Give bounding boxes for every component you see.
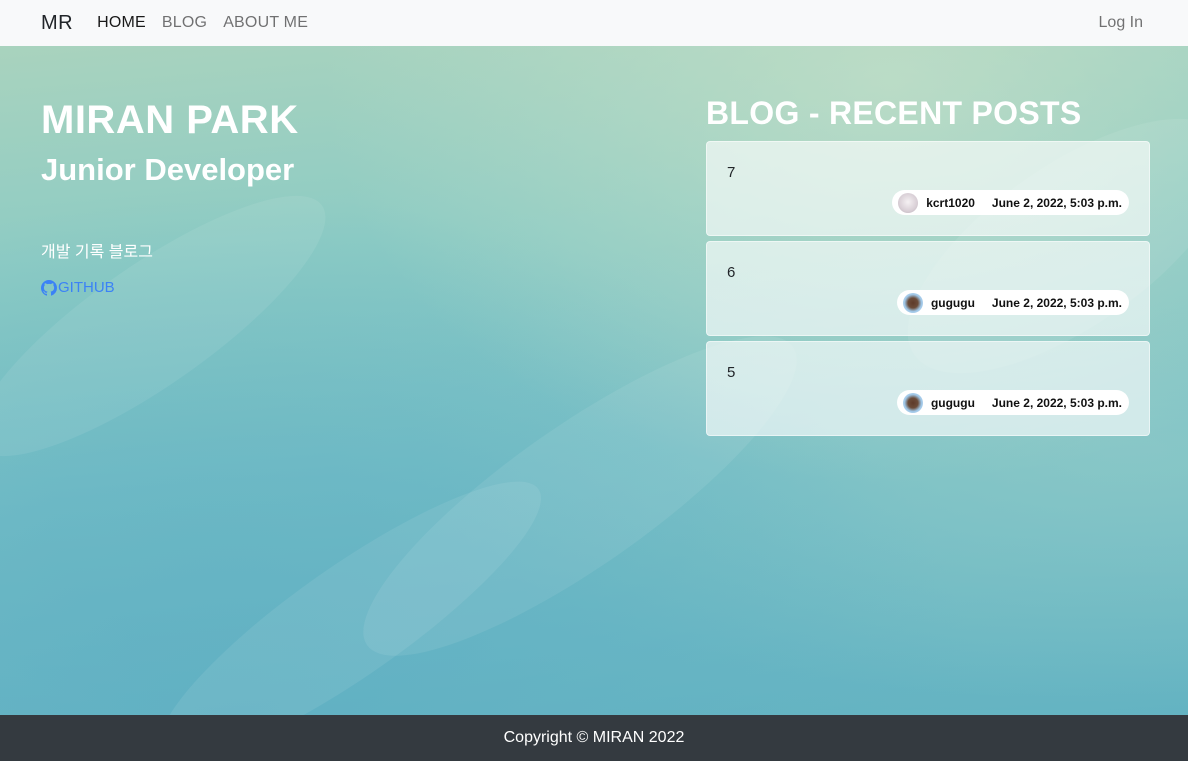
intro-name: MIRAN PARK [41,98,299,142]
login-link[interactable]: Log In [1099,14,1143,32]
navbar: MR HOME BLOG ABOUT ME Log In [0,0,1188,46]
avatar-icon [902,292,923,313]
post-meta-badge: kcrt1020 June 2, 2022, 5:03 p.m. [892,190,1129,215]
nav-link-about-me[interactable]: ABOUT ME [223,14,308,32]
post-meta-badge: gugugu June 2, 2022, 5:03 p.m. [896,390,1129,415]
post-title[interactable]: 6 [727,264,735,281]
intro-role: Junior Developer [41,152,295,187]
post-author: gugugu [930,395,975,410]
post-author: kcrt1020 [926,195,975,210]
recent-posts-title: BLOG - RECENT POSTS [706,95,1082,131]
post-card[interactable]: 6 gugugu June 2, 2022, 5:03 p.m. [706,241,1150,336]
nav-link-home[interactable]: HOME [97,14,146,32]
brand-logo[interactable]: MR [41,12,73,35]
post-author: gugugu [930,295,975,310]
background-texture [0,156,357,496]
intro-description: 개발 기록 블로그 [41,244,153,261]
nav-links: HOME BLOG ABOUT ME [97,14,308,32]
post-meta-badge: gugugu June 2, 2022, 5:03 p.m. [896,290,1129,315]
post-card[interactable]: 7 kcrt1020 June 2, 2022, 5:03 p.m. [706,141,1150,236]
github-icon [41,279,57,296]
post-date: June 2, 2022, 5:03 p.m. [991,195,1122,210]
nav-link-blog[interactable]: BLOG [162,14,207,32]
github-link[interactable]: GITHUB [41,279,115,296]
footer-copyright: Copyright © MIRAN 2022 [503,729,685,746]
post-date: June 2, 2022, 5:03 p.m. [991,395,1122,410]
post-date: June 2, 2022, 5:03 p.m. [991,295,1122,310]
post-card[interactable]: 5 gugugu June 2, 2022, 5:03 p.m. [706,341,1150,436]
footer: Copyright © MIRAN 2022 [0,715,1188,761]
avatar-icon [898,192,919,213]
avatar-icon [902,392,923,413]
github-label: GITHUB [58,279,115,296]
post-title[interactable]: 5 [727,364,735,381]
post-title[interactable]: 7 [727,164,735,181]
